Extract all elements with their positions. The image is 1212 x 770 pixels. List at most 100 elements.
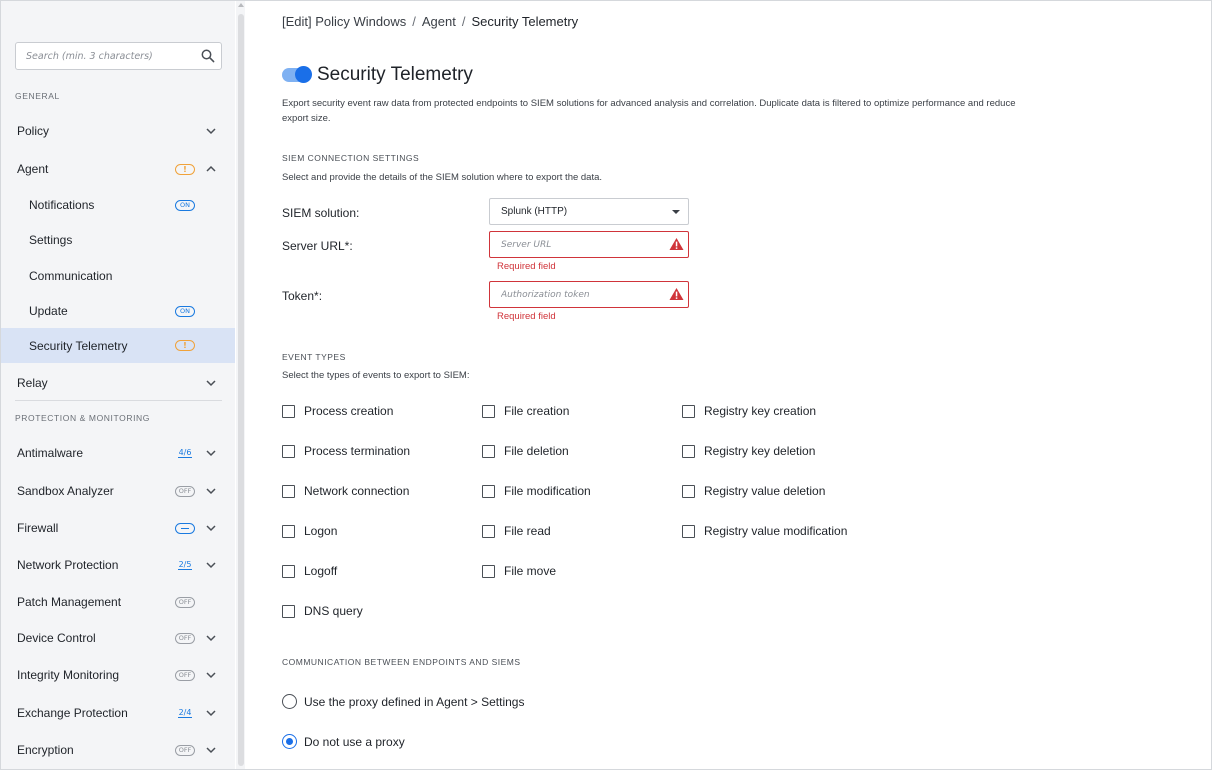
checkbox-box[interactable] [482, 484, 495, 498]
checkbox-process-termination[interactable]: Process termination [282, 444, 410, 458]
checkbox-network-connection[interactable]: Network connection [282, 484, 409, 498]
status-badge-on: ON [175, 199, 195, 211]
chevron-up-icon[interactable] [205, 163, 217, 175]
chevron-down-icon[interactable] [205, 522, 217, 534]
status-badge-slot [174, 521, 196, 535]
nav-item-sandbox-analyzer[interactable]: Sandbox Analyzer OFF [1, 474, 235, 508]
search-icon[interactable] [201, 49, 215, 63]
checkbox-label: Logon [304, 524, 338, 538]
nav-item-update[interactable]: Update ON [1, 294, 235, 328]
token-field-wrapper [489, 281, 689, 308]
nav-item-settings[interactable]: Settings [1, 223, 235, 257]
nav-item-policy[interactable]: Policy [1, 114, 235, 148]
checkbox-registry-key-creation[interactable]: Registry key creation [682, 404, 816, 418]
count-badge: 2/5 [177, 560, 193, 570]
checkbox-box[interactable] [282, 524, 295, 538]
event-types-subheading: Select the types of events to export to … [282, 370, 470, 381]
checkbox-box[interactable] [282, 564, 295, 578]
nav-item-label: Antimalware [17, 446, 84, 460]
checkbox-box[interactable] [682, 484, 695, 498]
nav-item-integrity-monitoring[interactable]: Integrity Monitoring OFF [1, 658, 235, 692]
checkbox-box[interactable] [282, 404, 295, 418]
nav-item-notifications[interactable]: Notifications ON [1, 188, 235, 222]
siem-solution-select[interactable]: Splunk (HTTP) [489, 198, 689, 225]
checkbox-box[interactable] [482, 564, 495, 578]
checkbox-logon[interactable]: Logon [282, 524, 337, 538]
search-input[interactable] [16, 43, 186, 69]
checkbox-box[interactable] [282, 444, 295, 458]
nav-item-firewall[interactable]: Firewall [1, 511, 235, 545]
checkbox-file-deletion[interactable]: File deletion [482, 444, 569, 458]
checkbox-file-modification[interactable]: File modification [482, 484, 591, 498]
nav-item-label: Device Control [17, 631, 96, 645]
chevron-down-icon[interactable] [205, 744, 217, 756]
scroll-up-arrow-icon[interactable] [238, 3, 244, 7]
nav-item-label: Firewall [17, 521, 59, 535]
nav-item-encryption[interactable]: Encryption OFF [1, 733, 235, 767]
checkbox-box[interactable] [682, 404, 695, 418]
token-input[interactable] [490, 282, 660, 307]
checkbox-registry-value-modification[interactable]: Registry value modification [682, 524, 847, 538]
chevron-down-icon[interactable] [205, 377, 217, 389]
checkbox-logoff[interactable]: Logoff [282, 564, 337, 578]
breadcrumb-policy-link[interactable]: [Edit] Policy Windows [282, 14, 406, 29]
radio-use-agent-proxy[interactable]: Use the proxy defined in Agent > Setting… [282, 694, 524, 709]
enable-toggle[interactable] [282, 66, 312, 83]
checkbox-dns-query[interactable]: DNS query [282, 604, 363, 618]
radio-no-proxy[interactable]: Do not use a proxy [282, 734, 405, 749]
nav-item-antimalware[interactable]: Antimalware 4/6 [1, 436, 235, 470]
server-url-field-wrapper [489, 231, 689, 258]
breadcrumb-current: Security Telemetry [471, 14, 579, 29]
nav-item-agent[interactable]: Agent ! [1, 152, 235, 186]
nav-item-label: Exchange Protection [17, 706, 128, 720]
nav-item-network-protection[interactable]: Network Protection 2/5 [1, 548, 235, 582]
checkbox-registry-key-deletion[interactable]: Registry key deletion [682, 444, 815, 458]
checkbox-box[interactable] [682, 444, 695, 458]
checkbox-box[interactable] [682, 524, 695, 538]
nav-item-label: Encryption [17, 743, 74, 757]
checkbox-process-creation[interactable]: Process creation [282, 404, 393, 418]
page-description: Export security event raw data from prot… [282, 98, 1016, 124]
breadcrumb-separator: / [412, 14, 416, 29]
count-badge: 2/4 [177, 708, 193, 718]
checkbox-box[interactable] [482, 524, 495, 538]
sidebar-divider [15, 400, 222, 401]
count-badge: 4/6 [177, 448, 193, 458]
nav-item-label: Patch Management [17, 595, 122, 609]
breadcrumb-agent-link[interactable]: Agent [422, 14, 456, 29]
chevron-down-icon[interactable] [205, 125, 217, 137]
chevron-down-icon[interactable] [205, 632, 217, 644]
checkbox-label: File modification [504, 484, 591, 498]
nav-item-relay[interactable]: Relay [1, 366, 235, 400]
checkbox-file-move[interactable]: File move [482, 564, 556, 578]
search-box [15, 42, 222, 70]
nav-item-patch-management[interactable]: Patch Management OFF [1, 585, 235, 619]
section-protection-label: PROTECTION & MONITORING [15, 413, 151, 423]
checkbox-label: DNS query [304, 604, 363, 618]
chevron-down-icon[interactable] [205, 559, 217, 571]
nav-item-security-telemetry[interactable]: Security Telemetry ! [1, 328, 235, 363]
checkbox-label: Logoff [304, 564, 338, 578]
count-badge-slot: 4/6 [174, 446, 196, 460]
nav-item-device-control[interactable]: Device Control OFF [1, 621, 235, 655]
sidebar: GENERAL Policy Agent ! Notifications ON … [1, 1, 235, 769]
sidebar-scrollbar-thumb[interactable] [238, 14, 244, 766]
checkbox-file-creation[interactable]: File creation [482, 404, 569, 418]
nav-item-communication[interactable]: Communication [1, 259, 235, 293]
chevron-down-icon[interactable] [205, 669, 217, 681]
checkbox-file-read[interactable]: File read [482, 524, 551, 538]
chevron-down-icon[interactable] [205, 707, 217, 719]
nav-item-label: Network Protection [17, 558, 119, 572]
radio-circle[interactable] [282, 694, 297, 709]
checkbox-box[interactable] [482, 404, 495, 418]
server-url-input[interactable] [490, 232, 660, 257]
chevron-down-icon[interactable] [205, 447, 217, 459]
checkbox-registry-value-deletion[interactable]: Registry value deletion [682, 484, 825, 498]
radio-circle-selected[interactable] [282, 734, 297, 749]
nav-item-exchange-protection[interactable]: Exchange Protection 2/4 [1, 696, 235, 730]
chevron-down-icon[interactable] [205, 485, 217, 497]
checkbox-box[interactable] [482, 444, 495, 458]
server-url-label: Server URL*: [282, 239, 353, 253]
checkbox-box[interactable] [282, 484, 295, 498]
checkbox-box[interactable] [282, 604, 295, 618]
